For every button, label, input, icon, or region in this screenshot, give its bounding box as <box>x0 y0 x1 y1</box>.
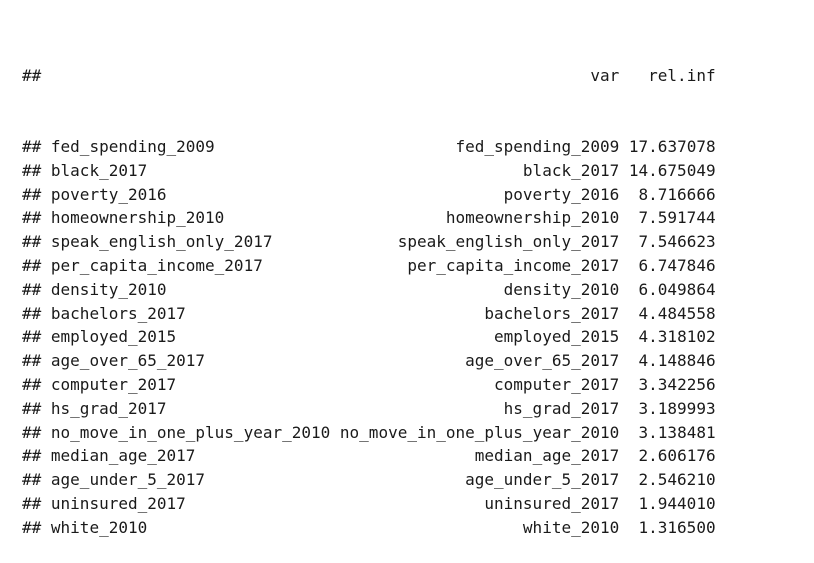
rel-inf-cell: 4.318102 <box>638 327 716 347</box>
rel-inf-cell: 6.747846 <box>638 255 716 275</box>
rel-inf-cell: 1.316500 <box>638 517 716 537</box>
comment-prefix: ## <box>22 160 42 180</box>
var-cell: density_2010 <box>503 279 620 299</box>
comment-prefix: ## <box>22 446 42 466</box>
comment-prefix: ## <box>22 493 42 513</box>
table-row: ## black_2017 black_2017 14.675049 <box>22 159 716 183</box>
comment-prefix: ## <box>22 232 42 252</box>
row-name: white_2010 <box>50 517 148 537</box>
var-cell: white_2010 <box>522 517 620 537</box>
comment-prefix: ## <box>22 351 42 371</box>
row-name: hs_grad_2017 <box>50 398 167 418</box>
var-cell: poverty_2016 <box>503 184 620 204</box>
column-header-rel-inf: rel.inf <box>648 65 716 85</box>
rel-inf-cell: 14.675049 <box>628 160 716 180</box>
table-row: ## per_capita_income_2017 per_capita_inc… <box>22 254 716 278</box>
comment-prefix: ## <box>22 517 42 537</box>
comment-prefix: ## <box>22 470 42 490</box>
comment-prefix: ## <box>22 279 42 299</box>
var-cell: hs_grad_2017 <box>503 398 620 418</box>
comment-prefix: ## <box>22 303 42 323</box>
var-cell: age_under_5_2017 <box>465 470 620 490</box>
table-row: ## uninsured_2017 uninsured_2017 1.94401… <box>22 492 716 516</box>
var-cell: median_age_2017 <box>474 446 620 466</box>
comment-prefix: ## <box>22 184 42 204</box>
rel-inf-cell: 2.546210 <box>638 470 716 490</box>
rel-inf-cell: 6.049864 <box>638 279 716 299</box>
row-name: density_2010 <box>50 279 167 299</box>
table-row: ## poverty_2016 poverty_2016 8.716666 <box>22 183 716 207</box>
row-name: age_under_5_2017 <box>50 470 206 490</box>
row-name: per_capita_income_2017 <box>50 255 263 275</box>
var-cell: speak_english_only_2017 <box>397 232 620 252</box>
table-row: ## fed_spending_2009 fed_spending_2009 1… <box>22 135 716 159</box>
comment-prefix: ## <box>22 136 42 156</box>
table-row: ## density_2010 density_2010 6.049864 <box>22 278 716 302</box>
var-cell: no_move_in_one_plus_year_2010 <box>339 422 620 442</box>
table-row: ## employed_2015 employed_2015 4.318102 <box>22 325 716 349</box>
comment-prefix: ## <box>22 255 42 275</box>
rel-inf-cell: 8.716666 <box>638 184 716 204</box>
var-cell: computer_2017 <box>494 374 620 394</box>
rel-inf-cell: 4.148846 <box>638 351 716 371</box>
row-name: no_move_in_one_plus_year_2010 <box>50 422 331 442</box>
row-name: homeownership_2010 <box>50 208 225 228</box>
row-name: age_over_65_2017 <box>50 351 206 371</box>
rel-inf-cell: 3.138481 <box>638 422 716 442</box>
rel-inf-cell: 2.606176 <box>638 446 716 466</box>
row-name: poverty_2016 <box>50 184 167 204</box>
row-name: black_2017 <box>50 160 148 180</box>
table-row: ## speak_english_only_2017 speak_english… <box>22 230 716 254</box>
rel-inf-cell: 3.189993 <box>638 398 716 418</box>
table-row: ## age_under_5_2017 age_under_5_2017 2.5… <box>22 468 716 492</box>
var-cell: employed_2015 <box>494 327 620 347</box>
comment-prefix: ## <box>22 208 42 228</box>
comment-prefix: ## <box>22 398 42 418</box>
rel-inf-cell: 17.637078 <box>628 136 716 156</box>
var-cell: per_capita_income_2017 <box>407 255 620 275</box>
var-cell: black_2017 <box>522 160 620 180</box>
table-row: ## median_age_2017 median_age_2017 2.606… <box>22 444 716 468</box>
row-name: employed_2015 <box>50 327 177 347</box>
table-row: ## computer_2017 computer_2017 3.342256 <box>22 373 716 397</box>
rel-inf-cell: 4.484558 <box>638 303 716 323</box>
row-name: uninsured_2017 <box>50 493 186 513</box>
row-name: fed_spending_2009 <box>50 136 215 156</box>
comment-prefix: ## <box>22 65 42 85</box>
comment-prefix: ## <box>22 374 42 394</box>
var-cell: homeownership_2010 <box>445 208 620 228</box>
table-row: ## white_2010 white_2010 1.316500 <box>22 516 716 540</box>
var-cell: fed_spending_2009 <box>455 136 620 156</box>
table-row: ## homeownership_2010 homeownership_2010… <box>22 206 716 230</box>
row-name: bachelors_2017 <box>50 303 186 323</box>
row-name: speak_english_only_2017 <box>50 232 273 252</box>
var-cell: bachelors_2017 <box>484 303 620 323</box>
rel-inf-cell: 1.944010 <box>638 493 716 513</box>
var-cell: age_over_65_2017 <box>465 351 620 371</box>
header-row: ## var rel.inf <box>22 64 716 88</box>
rel-inf-cell: 7.591744 <box>638 208 716 228</box>
column-header-var: var <box>590 65 620 85</box>
var-cell: uninsured_2017 <box>484 493 620 513</box>
rel-inf-cell: 3.342256 <box>638 374 716 394</box>
row-name: median_age_2017 <box>50 446 196 466</box>
table-row: ## bachelors_2017 bachelors_2017 4.48455… <box>22 302 716 326</box>
rel-inf-cell: 7.546623 <box>638 232 716 252</box>
table-row: ## no_move_in_one_plus_year_2010 no_move… <box>22 421 716 445</box>
row-name: computer_2017 <box>50 374 177 394</box>
table-row: ## age_over_65_2017 age_over_65_2017 4.1… <box>22 349 716 373</box>
console-output: ## var rel.inf ## fed_spending_2009 fed_… <box>22 16 716 563</box>
table-row: ## hs_grad_2017 hs_grad_2017 3.189993 <box>22 397 716 421</box>
comment-prefix: ## <box>22 422 42 442</box>
comment-prefix: ## <box>22 327 42 347</box>
